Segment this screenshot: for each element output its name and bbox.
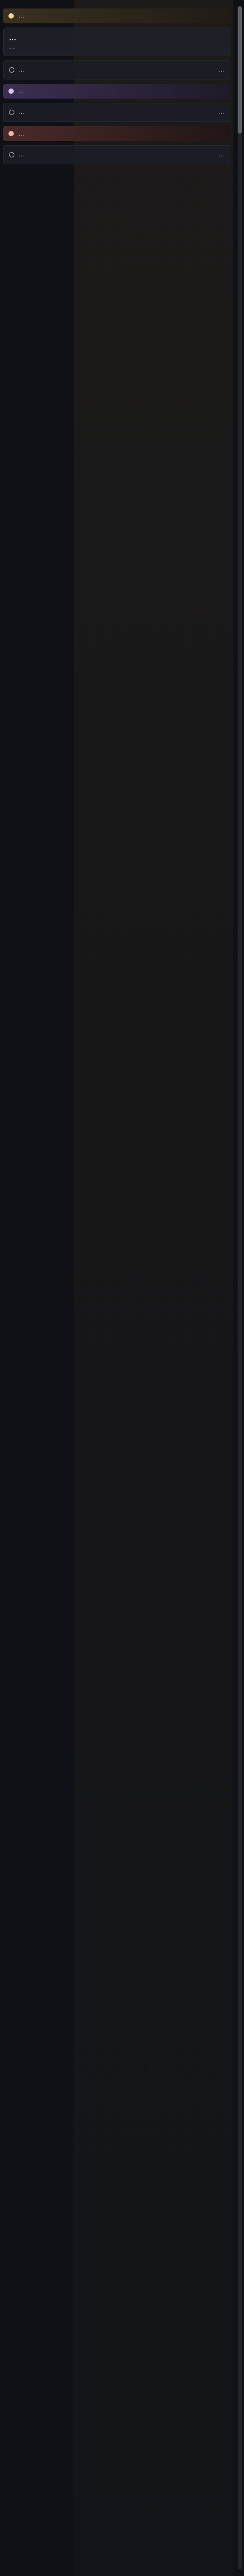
task-row[interactable]: … … <box>3 103 230 122</box>
section-header[interactable]: … <box>3 126 230 141</box>
section-dot-icon <box>8 13 14 19</box>
section-header-label: … <box>18 87 24 95</box>
task-row-label: … <box>19 109 24 116</box>
section-dot-icon <box>8 131 14 136</box>
task-row-main: … <box>9 152 24 158</box>
section-header[interactable]: … <box>3 8 230 23</box>
section-header[interactable]: … <box>3 84 230 99</box>
section-header-label: … <box>18 12 24 20</box>
task-status-icon <box>9 67 14 73</box>
task-row-label: … <box>19 152 24 158</box>
task-row-label: … <box>19 67 24 73</box>
task-card-title: … <box>9 33 16 42</box>
task-distance: … <box>219 152 224 158</box>
scroll-thumb[interactable] <box>238 6 242 134</box>
task-row-main: … <box>9 109 24 116</box>
task-row[interactable]: … … <box>3 60 230 80</box>
task-row-main: … <box>9 67 24 73</box>
section-header-label: … <box>18 130 24 137</box>
task-status-icon <box>9 110 14 115</box>
task-page: … … … … … … … … … … … <box>0 0 244 2576</box>
task-distance: … <box>219 67 224 73</box>
task-list: … … … … … … … … … … … <box>0 0 233 2576</box>
section-dot-icon <box>8 89 14 94</box>
task-status-icon <box>9 152 14 157</box>
task-row[interactable]: … … <box>3 145 230 164</box>
task-distance: … <box>219 109 224 116</box>
scrollbar[interactable] <box>238 6 242 2570</box>
task-card-subtitle: … <box>9 44 15 50</box>
task-card[interactable]: … … <box>3 28 230 56</box>
